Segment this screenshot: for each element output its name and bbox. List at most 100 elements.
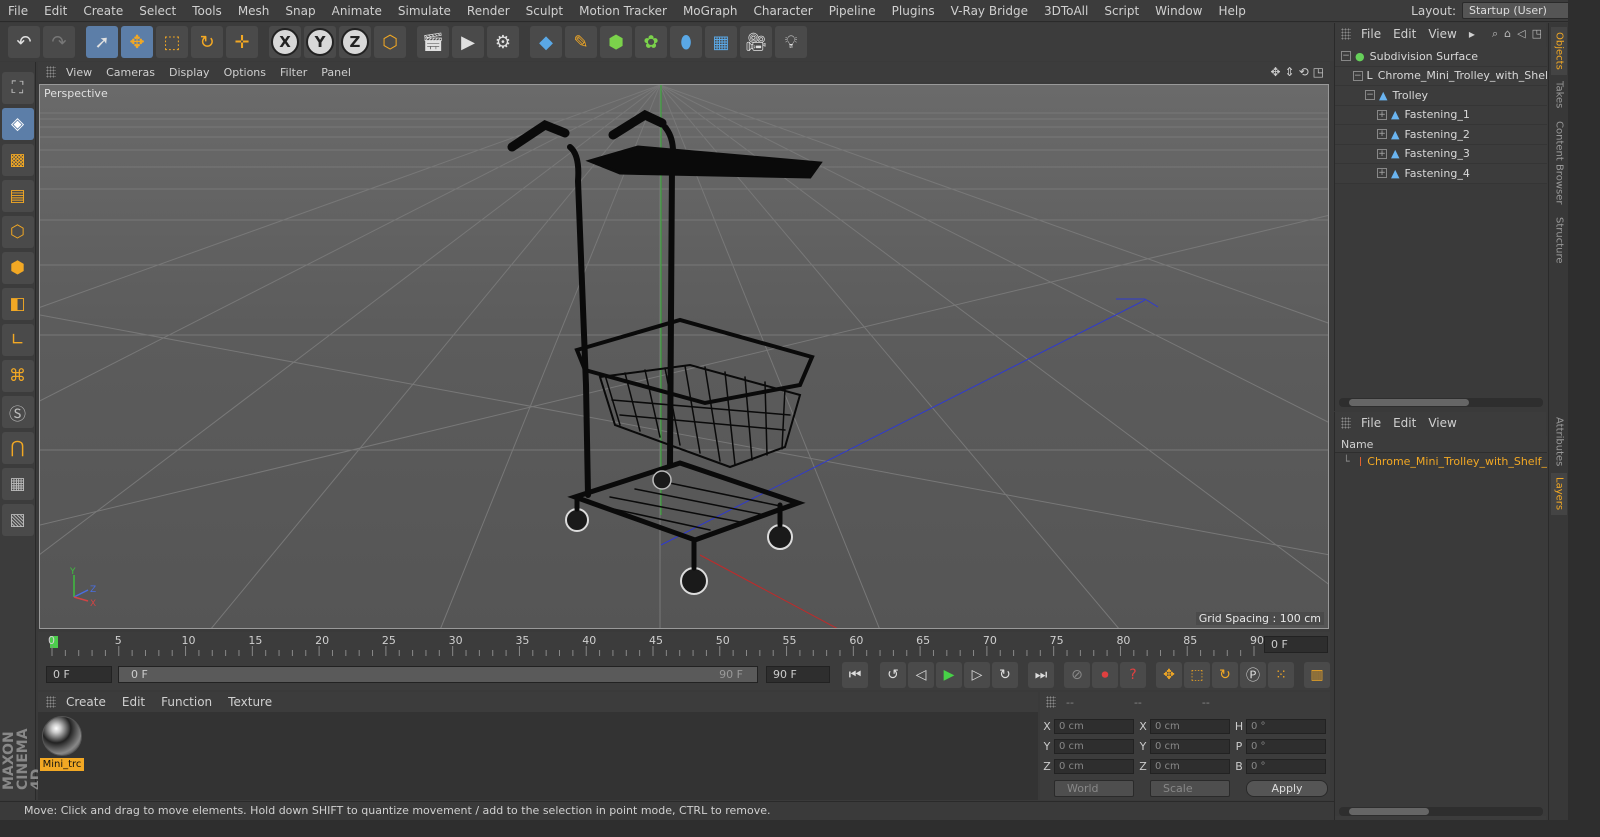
orbit-icon[interactable]: ⟲ bbox=[1299, 65, 1309, 79]
objects-menu-edit[interactable]: Edit bbox=[1393, 27, 1416, 41]
menu-character[interactable]: Character bbox=[745, 0, 820, 22]
expand-toggle-icon[interactable]: + bbox=[1377, 148, 1387, 159]
layers-menu-edit[interactable]: Edit bbox=[1393, 416, 1416, 430]
next-frame-button[interactable]: ▷ bbox=[964, 662, 990, 688]
layer-name-column[interactable]: Name bbox=[1335, 436, 1547, 453]
objects-menu-view[interactable]: View bbox=[1428, 27, 1456, 41]
menu-pipeline[interactable]: Pipeline bbox=[821, 0, 884, 22]
camera-button[interactable]: 🎥︎ bbox=[740, 26, 772, 58]
menu-3dtoall[interactable]: 3DToAll bbox=[1036, 0, 1096, 22]
apply-button[interactable]: Apply bbox=[1246, 780, 1328, 797]
make-editable-button[interactable]: ⛶ bbox=[1, 72, 34, 104]
rotate-tool-button[interactable]: ↻ bbox=[191, 26, 223, 58]
layer-row[interactable]: └ Chrome_Mini_Trolley_with_Shelf_ bbox=[1335, 453, 1547, 470]
menu-sculpt[interactable]: Sculpt bbox=[518, 0, 571, 22]
record-keys-button[interactable]: ⊘ bbox=[1064, 662, 1090, 688]
pos-z-field[interactable]: 0 cm bbox=[1054, 759, 1134, 774]
object-row[interactable]: + ▲ Fastening_1 bbox=[1335, 105, 1547, 125]
key-position-button[interactable]: ✥ bbox=[1156, 662, 1182, 688]
viewport-menu-view[interactable]: View bbox=[66, 66, 92, 79]
solo-button[interactable]: Ⓢ bbox=[1, 396, 34, 428]
expand-toggle-icon[interactable]: + bbox=[1377, 129, 1387, 140]
size-mode-dropdown[interactable]: Scale bbox=[1150, 780, 1230, 797]
size-y-field[interactable]: 0 cm bbox=[1150, 739, 1230, 754]
tab-content-browser[interactable]: Content Browser bbox=[1551, 117, 1567, 209]
expand-toggle-icon[interactable]: − bbox=[1341, 51, 1351, 62]
material-menu-texture[interactable]: Texture bbox=[228, 695, 272, 709]
render-view-button[interactable]: 🎬︎ bbox=[417, 26, 449, 58]
edges-mode-button[interactable]: ⬢ bbox=[1, 252, 34, 284]
key-parameter-button[interactable]: Ⓟ bbox=[1240, 662, 1266, 688]
object-row[interactable]: − ● Subdivision Surface bbox=[1335, 47, 1547, 67]
undo-button[interactable]: ↶ bbox=[8, 26, 40, 58]
expand-toggle-icon[interactable]: − bbox=[1365, 90, 1375, 101]
timeline-ruler[interactable]: 0 5 10 15 20 25 30 35 40 45 50 55 60 65 70 75 80 85 90 0 F bbox=[38, 632, 1330, 660]
menu-motion-tracker[interactable]: Motion Tracker bbox=[571, 0, 675, 22]
axis-mode-button[interactable]: ∟ bbox=[1, 324, 34, 356]
current-frame-field[interactable]: 0 F bbox=[1264, 636, 1328, 653]
dolly-icon[interactable]: ⇕ bbox=[1285, 65, 1295, 79]
menu-mograph[interactable]: MoGraph bbox=[675, 0, 746, 22]
planar-workplane-button[interactable]: ▧ bbox=[1, 504, 34, 536]
material-menu-create[interactable]: Create bbox=[66, 695, 106, 709]
tab-takes[interactable]: Takes bbox=[1551, 79, 1567, 111]
menu-edit[interactable]: Edit bbox=[36, 0, 75, 22]
menu-vray-bridge[interactable]: V-Ray Bridge bbox=[943, 0, 1036, 22]
menu-file[interactable]: File bbox=[0, 0, 36, 22]
coordinate-system-button[interactable]: ⬡ bbox=[374, 26, 406, 58]
viewport-menu-filter[interactable]: Filter bbox=[280, 66, 307, 79]
end-frame-field[interactable]: 90 F bbox=[766, 666, 830, 683]
expand-toggle-icon[interactable]: + bbox=[1377, 168, 1387, 179]
deformer-button[interactable]: ⬮ bbox=[670, 26, 702, 58]
next-key-button[interactable]: ↻ bbox=[992, 662, 1018, 688]
go-to-start-button[interactable]: ⏮ bbox=[842, 662, 868, 688]
menu-render[interactable]: Render bbox=[459, 0, 518, 22]
maximize-view-icon[interactable]: ◳ bbox=[1313, 65, 1324, 79]
tab-structure[interactable]: Structure bbox=[1551, 213, 1567, 267]
viewport-menu-panel[interactable]: Panel bbox=[321, 66, 351, 79]
layer-color-swatch[interactable] bbox=[1359, 457, 1362, 466]
scale-tool-button[interactable]: ⬚ bbox=[156, 26, 188, 58]
viewport-menu-display[interactable]: Display bbox=[169, 66, 210, 79]
workplane-mode-button[interactable]: ▤ bbox=[1, 180, 34, 212]
subdivision-surface-button[interactable]: ⬢ bbox=[600, 26, 632, 58]
menu-create[interactable]: Create bbox=[75, 0, 131, 22]
x-axis-button[interactable]: X bbox=[269, 26, 301, 58]
coordinate-space-dropdown[interactable]: World bbox=[1054, 780, 1134, 797]
model-mode-button[interactable]: ◈ bbox=[1, 108, 34, 140]
tab-attributes[interactable]: Attributes bbox=[1551, 415, 1567, 469]
tweak-mode-button[interactable]: ⌘ bbox=[1, 360, 34, 392]
rot-p-field[interactable]: 0 ° bbox=[1246, 739, 1326, 754]
light-button[interactable]: 💡︎ bbox=[775, 26, 807, 58]
pos-y-field[interactable]: 0 cm bbox=[1054, 739, 1134, 754]
size-x-field[interactable]: 0 cm bbox=[1150, 719, 1230, 734]
texture-mode-button[interactable]: ▩ bbox=[1, 144, 34, 176]
rot-h-field[interactable]: 0 ° bbox=[1246, 719, 1326, 734]
render-settings-button[interactable]: ⚙ bbox=[487, 26, 519, 58]
start-frame-field[interactable]: 0 F bbox=[46, 666, 112, 683]
rot-b-field[interactable]: 0 ° bbox=[1246, 759, 1326, 774]
layers-menu-file[interactable]: File bbox=[1361, 416, 1381, 430]
go-to-end-button[interactable]: ⏭ bbox=[1028, 662, 1054, 688]
tab-objects[interactable]: Objects bbox=[1551, 27, 1567, 75]
pan-icon[interactable]: ✥ bbox=[1270, 65, 1280, 79]
workplane-lock-button[interactable]: ▦ bbox=[1, 468, 34, 500]
pen-spline-button[interactable]: ✎ bbox=[565, 26, 597, 58]
material-menu-edit[interactable]: Edit bbox=[122, 695, 145, 709]
layers-menu-view[interactable]: View bbox=[1428, 416, 1456, 430]
menu-mesh[interactable]: Mesh bbox=[230, 0, 278, 22]
objects-menu-more-icon[interactable]: ▸ bbox=[1469, 27, 1475, 41]
menu-script[interactable]: Script bbox=[1096, 0, 1147, 22]
material-menu-function[interactable]: Function bbox=[161, 695, 212, 709]
search-icon[interactable]: ⌕ bbox=[1492, 27, 1498, 41]
floor-button[interactable]: ▦ bbox=[705, 26, 737, 58]
render-picture-viewer-button[interactable]: ▶ bbox=[452, 26, 484, 58]
menu-tools[interactable]: Tools bbox=[184, 0, 230, 22]
menu-snap[interactable]: Snap bbox=[277, 0, 323, 22]
trolley-model[interactable] bbox=[507, 109, 823, 595]
previous-frame-button[interactable]: ◁ bbox=[908, 662, 934, 688]
live-selection-button[interactable]: ➚ bbox=[86, 26, 118, 58]
layer-list-scrollbar[interactable] bbox=[1339, 807, 1543, 816]
object-row[interactable]: + ▲ Fastening_2 bbox=[1335, 125, 1547, 145]
menu-select[interactable]: Select bbox=[131, 0, 184, 22]
